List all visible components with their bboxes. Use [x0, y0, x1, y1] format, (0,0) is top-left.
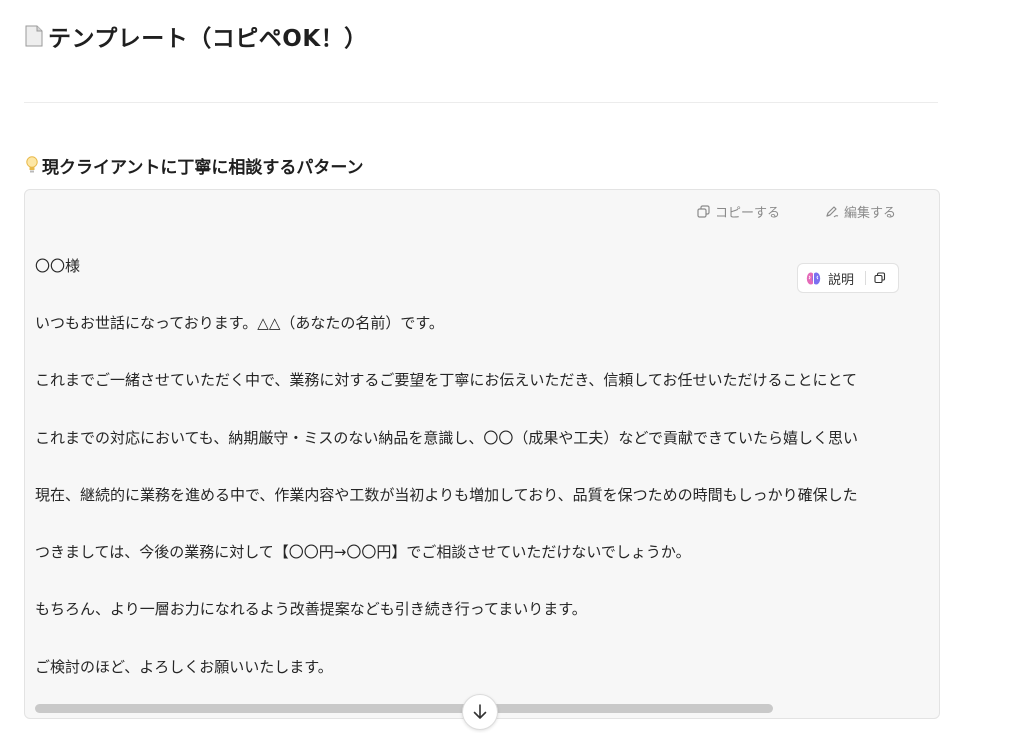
edit-button[interactable]: 編集する: [825, 201, 896, 221]
template-line: これまでご一緒させていただく中で、業務に対するご要望を丁寧にお伝えいただき、信頼…: [35, 371, 858, 389]
edit-button-label: 編集する: [844, 205, 897, 221]
template-line: ご検討のほど、よろしくお願いいたします。: [35, 658, 333, 676]
section-heading-text: 現クライアントに丁寧に相談するパターン: [42, 157, 364, 178]
scrollbar-thumb[interactable]: [35, 704, 773, 713]
template-line: もちろん、より一層お力になれるよう改善提案なども引き続き行ってまいります。: [35, 600, 587, 618]
scroll-down-button[interactable]: [462, 694, 498, 730]
horizontal-scrollbar[interactable]: [35, 704, 773, 713]
template-line: つきましては、今後の業務に対して【〇〇円→〇〇円】でご相談させていただけないでし…: [35, 543, 691, 561]
copy-button-label: コピーする: [715, 205, 781, 221]
brain-icon: [806, 272, 821, 284]
copy-button[interactable]: コピーする: [697, 201, 780, 221]
lightbulb-icon: [26, 156, 38, 173]
edit-icon: [826, 205, 839, 217]
copy-icon: [874, 272, 886, 284]
template-line: 現在、継続的に業務を進める中で、作業内容や工数が当初よりも増加しており、品質を保…: [35, 486, 858, 504]
divider: [24, 102, 938, 103]
arrow-down-icon: [473, 704, 487, 719]
explain-popover: 説明: [797, 263, 899, 293]
explain-separator: [865, 271, 867, 285]
explain-button-label: 説明: [828, 272, 855, 288]
section-heading: 現クライアントに丁寧に相談するパターン: [24, 152, 363, 178]
page-title-text: テンプレート（コピペOK！）: [48, 26, 368, 52]
explain-copy-button[interactable]: [874, 272, 886, 284]
copy-icon: [697, 204, 710, 218]
template-line: いつもお世話になっております。△△（あなたの名前）です。: [35, 314, 444, 332]
template-line: 〇〇様: [35, 257, 81, 275]
template-line: これまでの対応においても、納期厳守・ミスのない納品を意識し、〇〇（成果や工夫）な…: [35, 429, 859, 447]
document-icon: [25, 25, 43, 47]
explain-button[interactable]: 説明: [806, 269, 854, 288]
code-block: コピーする 編集する 説明 〇〇様 いつもお世話になっております。△△（あなたの…: [24, 189, 940, 719]
page-title: テンプレート（コピペOK！）: [24, 18, 368, 54]
